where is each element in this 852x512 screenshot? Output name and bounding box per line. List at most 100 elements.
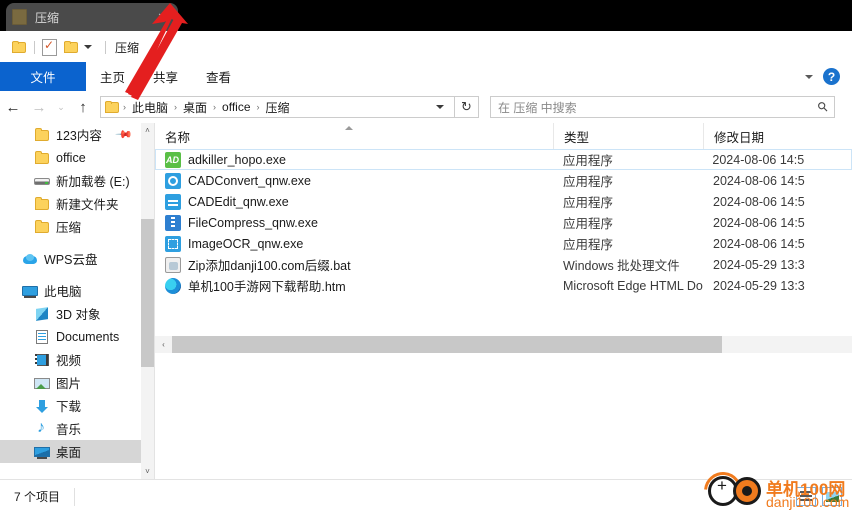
sidebar-item-3d-objects[interactable]: 3D 对象 xyxy=(0,302,141,325)
new-folder-icon[interactable] xyxy=(64,40,79,54)
column-header-label: 名称 xyxy=(165,130,191,145)
file-name-cell[interactable]: CADEdit_qnw.exe xyxy=(155,191,553,212)
sidebar-item-new-folder[interactable]: 新建文件夹 xyxy=(0,192,141,215)
main-content: 123内容 📌 office 新加载卷 (E:) 新建文件夹 压缩 WPS云盘 … xyxy=(0,123,852,479)
sidebar-item-desktop[interactable]: 桌面 xyxy=(0,440,141,463)
computer-icon xyxy=(22,283,38,299)
status-bar: 7 个项目 xyxy=(0,479,852,512)
sidebar-item-new-volume-e[interactable]: 新加载卷 (E:) xyxy=(0,169,141,192)
file-list-pane: 名称 类型 修改日期 adkiller_hopo.exe 应用程序 xyxy=(155,123,852,479)
desktop-icon xyxy=(34,444,50,460)
breadcrumb-compress[interactable]: 压缩 xyxy=(261,99,295,116)
sidebar-item-label: 视频 xyxy=(56,354,82,368)
table-row[interactable]: 单机100手游网下载帮助.htm Microsoft Edge HTML Doc… xyxy=(155,275,852,296)
help-icon[interactable]: ? xyxy=(823,68,840,85)
breadcrumb-desktop[interactable]: 桌面 xyxy=(178,99,212,116)
sidebar-item-label: 音乐 xyxy=(56,423,82,437)
recent-locations-button[interactable]: ⌄ xyxy=(52,94,70,120)
navigation-pane: 123内容 📌 office 新加载卷 (E:) 新建文件夹 压缩 WPS云盘 … xyxy=(0,123,141,479)
scroll-up-icon[interactable]: ˄ xyxy=(141,123,154,138)
file-name-cell[interactable]: 单机100手游网下载帮助.htm xyxy=(155,275,553,296)
edge-html-icon xyxy=(165,277,181,294)
scroll-down-icon[interactable]: ˅ xyxy=(141,464,154,479)
table-row[interactable]: CADEdit_qnw.exe 应用程序 2024-08-06 14:5 xyxy=(155,191,852,212)
tab-label: 压缩 xyxy=(35,10,60,25)
back-button[interactable]: ← xyxy=(0,94,26,120)
file-name-cell[interactable]: CADConvert_qnw.exe xyxy=(155,170,553,191)
quick-access-toolbar: 压缩 xyxy=(12,38,139,56)
column-header-date[interactable]: 修改日期 xyxy=(703,123,852,149)
sidebar-item-wps-cloud[interactable]: WPS云盘 xyxy=(0,247,141,270)
table-row[interactable]: adkiller_hopo.exe 应用程序 2024-08-06 14:5 xyxy=(155,149,852,170)
file-name-cell[interactable]: FileCompress_qnw.exe xyxy=(155,212,553,233)
table-row[interactable]: CADConvert_qnw.exe 应用程序 2024-08-06 14:5 xyxy=(155,170,852,191)
file-explorer-window: 压缩 ✕ 压缩 ✕ 文件 主页 共享 查看 xyxy=(0,0,852,512)
file-name-cell[interactable]: adkiller_hopo.exe xyxy=(156,149,553,170)
forward-button[interactable]: → xyxy=(26,94,52,120)
downloads-icon xyxy=(34,398,50,414)
sidebar-item-label: 123内容 xyxy=(56,129,102,143)
properties-checkbox-icon[interactable] xyxy=(42,38,57,56)
tab-share[interactable]: 共享 xyxy=(139,62,192,91)
file-type-cell: 应用程序 xyxy=(562,154,613,168)
file-name-cell[interactable]: Zip添加danji100.com后缀.bat xyxy=(155,254,553,275)
tab-home[interactable]: 主页 xyxy=(86,62,139,91)
sidebar-item-videos[interactable]: 视频 xyxy=(0,348,141,371)
scrollbar-thumb[interactable] xyxy=(141,219,154,367)
breadcrumb-this-pc[interactable]: 此电脑 xyxy=(127,99,173,116)
close-icon[interactable]: ✕ xyxy=(153,11,172,24)
file-rows: adkiller_hopo.exe 应用程序 2024-08-06 14:5 C… xyxy=(155,149,852,296)
sidebar-item-this-pc[interactable]: 此电脑 xyxy=(0,279,141,302)
refresh-button[interactable]: ↻ xyxy=(455,96,479,118)
navigation-pane-scrollbar[interactable]: ˄ ˅ xyxy=(141,123,154,479)
chevron-down-icon[interactable] xyxy=(436,105,444,109)
documents-icon xyxy=(34,329,50,345)
sidebar-item-music[interactable]: 音乐 xyxy=(0,417,141,440)
folder-icon[interactable] xyxy=(12,40,27,54)
sidebar-item-downloads[interactable]: 下载 xyxy=(0,394,141,417)
sort-ascending-icon xyxy=(345,126,353,130)
table-row[interactable]: Zip添加danji100.com后缀.bat Windows 批处理文件 20… xyxy=(155,254,852,275)
column-header-name[interactable]: 名称 xyxy=(155,123,553,149)
search-box[interactable]: 在 压缩 中搜索 ⚲ xyxy=(490,96,835,118)
scroll-left-icon[interactable]: ‹ xyxy=(155,336,172,353)
details-view-icon[interactable] xyxy=(796,487,816,506)
folder-icon xyxy=(105,100,120,114)
table-row[interactable]: ImageOCR_qnw.exe 应用程序 2024-08-06 14:5 xyxy=(155,233,852,254)
large-icons-view-icon[interactable] xyxy=(822,487,842,506)
file-date-cell: 2024-08-06 14:5 xyxy=(713,194,805,209)
tab-file[interactable]: 文件 xyxy=(0,62,86,91)
address-bar[interactable]: › 此电脑 › 桌面 › office › 压缩 xyxy=(100,96,455,118)
file-date-cell: 2024-08-06 14:5 xyxy=(713,173,805,188)
tab-view[interactable]: 查看 xyxy=(192,62,245,91)
sidebar-item-label: 下载 xyxy=(56,400,82,414)
scrollbar-thumb[interactable] xyxy=(172,336,722,353)
sidebar-item-label: 桌面 xyxy=(56,446,82,460)
search-icon[interactable]: ⚲ xyxy=(810,94,837,121)
cadconvert-app-icon xyxy=(165,172,181,189)
tab-compress[interactable]: 压缩 ✕ xyxy=(6,3,178,31)
table-row[interactable]: FileCompress_qnw.exe 应用程序 2024-08-06 14:… xyxy=(155,212,852,233)
up-button[interactable]: ↑ xyxy=(70,94,96,120)
file-list-horizontal-scrollbar[interactable]: ‹ xyxy=(155,336,852,353)
breadcrumb-office[interactable]: office xyxy=(217,100,255,114)
sidebar-item-pictures[interactable]: 图片 xyxy=(0,371,141,394)
sidebar-item-documents[interactable]: Documents xyxy=(0,325,141,348)
folder-icon xyxy=(34,127,50,143)
file-type-cell: Windows 批处理文件 xyxy=(563,259,680,273)
search-input[interactable]: 在 压缩 中搜索 xyxy=(491,99,812,116)
pin-icon[interactable]: 📌 xyxy=(115,125,134,144)
folder-icon xyxy=(34,150,50,166)
chevron-down-icon[interactable] xyxy=(805,74,813,79)
file-name-label: CADConvert_qnw.exe xyxy=(188,173,311,188)
divider xyxy=(34,40,35,54)
sidebar-item-compress[interactable]: 压缩 xyxy=(0,215,141,238)
sidebar-item-123content[interactable]: 123内容 📌 xyxy=(0,123,141,146)
file-name-cell[interactable]: ImageOCR_qnw.exe xyxy=(155,233,553,254)
sidebar-item-office[interactable]: office xyxy=(0,146,141,169)
chevron-down-icon[interactable] xyxy=(84,45,92,49)
column-header-type[interactable]: 类型 xyxy=(553,123,703,149)
file-name-label: FileCompress_qnw.exe xyxy=(188,215,318,230)
